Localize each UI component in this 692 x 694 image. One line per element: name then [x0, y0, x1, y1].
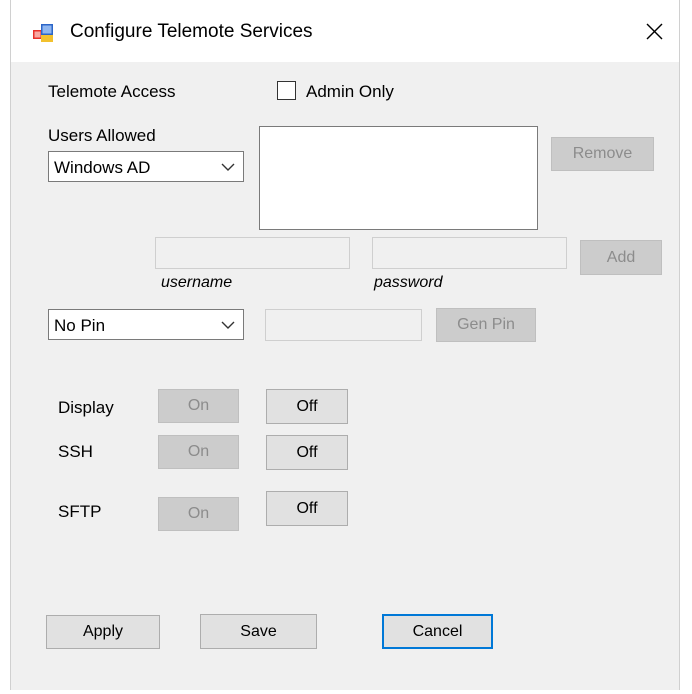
service-label-ssh: SSH	[58, 442, 93, 461]
telemote-app-icon	[33, 24, 53, 42]
users-source-select[interactable]: Windows AD	[48, 151, 244, 182]
users-source-value: Windows AD	[54, 158, 151, 177]
pin-mode-select[interactable]: No Pin	[48, 309, 244, 340]
remove-button[interactable]: Remove	[551, 137, 654, 171]
chevron-down-icon	[221, 163, 235, 171]
telemote-access-label: Telemote Access	[48, 82, 176, 101]
dialog-window: Configure Telemote Services Telemote Acc…	[10, 0, 680, 690]
display-on-button[interactable]: On	[158, 389, 239, 423]
ssh-off-button[interactable]: Off	[266, 435, 348, 470]
ssh-on-button[interactable]: On	[158, 435, 239, 469]
add-user-button[interactable]: Add	[580, 240, 662, 275]
window-title: Configure Telemote Services	[70, 21, 313, 42]
display-off-button[interactable]: Off	[266, 389, 348, 424]
cancel-button[interactable]: Cancel	[382, 614, 493, 649]
admin-only-label[interactable]: Admin Only	[306, 82, 394, 102]
admin-only-checkbox[interactable]	[277, 81, 296, 100]
gen-pin-button[interactable]: Gen Pin	[436, 308, 536, 342]
users-allowed-list[interactable]	[259, 126, 538, 230]
apply-button[interactable]: Apply	[46, 615, 160, 649]
pin-mode-value: No Pin	[54, 316, 106, 335]
password-caption: password	[374, 274, 443, 291]
close-icon	[646, 23, 663, 40]
chevron-down-icon	[221, 321, 235, 329]
title-bar: Configure Telemote Services	[11, 0, 679, 62]
close-button[interactable]	[629, 8, 679, 54]
password-input[interactable]	[372, 237, 567, 269]
sftp-off-button[interactable]: Off	[266, 491, 348, 526]
save-button[interactable]: Save	[200, 614, 317, 649]
service-label-display: Display	[58, 398, 114, 417]
username-caption: username	[161, 274, 233, 291]
service-label-sftp: SFTP	[58, 502, 102, 521]
users-allowed-label: Users Allowed	[48, 126, 156, 145]
pin-input[interactable]	[265, 309, 422, 341]
username-input[interactable]	[155, 237, 350, 269]
sftp-on-button[interactable]: On	[158, 497, 239, 531]
